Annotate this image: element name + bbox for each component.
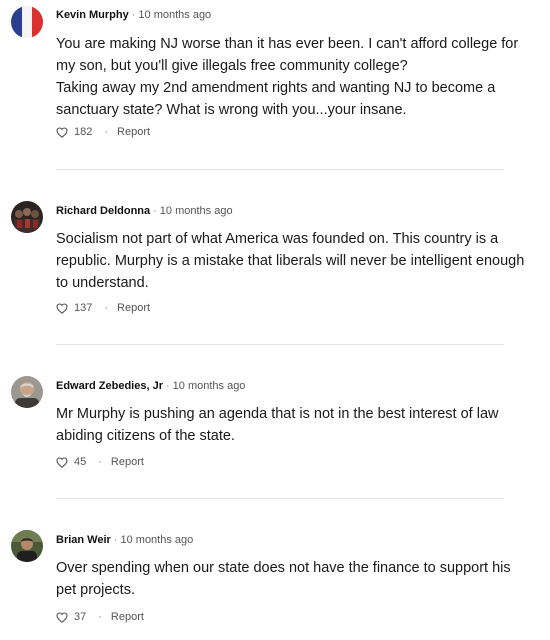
avatar[interactable] [11,6,43,38]
outdoor-avatar-icon [11,530,43,562]
divider [56,169,504,170]
comment-header: Kevin Murphy · 10 months ago [56,9,211,21]
comment-body: Mr Murphy is pushing an agenda that is n… [56,403,526,447]
comment-body: Socialism not part of what America was f… [56,228,526,294]
comment-header: Richard Deldonna · 10 months ago [56,205,233,217]
portrait-avatar-icon [11,376,43,408]
avatar[interactable] [11,376,43,408]
divider [56,498,504,499]
like-count: 37 [74,611,87,623]
like-count: 182 [74,126,93,138]
heart-icon[interactable] [56,611,68,623]
avatar[interactable] [11,530,43,562]
avatar[interactable] [11,201,43,233]
report-link[interactable]: Report [117,126,150,138]
separator: · [153,205,157,217]
report-link[interactable]: Report [111,456,144,468]
comment-actions: 137 · Report [56,302,150,314]
comment-actions: 45 · Report [56,456,144,468]
group-photo-avatar-icon [11,201,43,233]
comment-actions: 37 · Report [56,611,144,623]
comment-text: Mr Murphy is pushing an agenda that is n… [56,406,499,444]
comment-actions: 182 · Report [56,126,150,138]
comment-text: Taking away my 2nd amendment rights and … [56,80,496,118]
separator: · [165,380,170,392]
timestamp: 10 months ago [138,9,212,21]
comment-body: You are making NJ worse than it has ever… [56,33,526,121]
author-name[interactable]: Kevin Murphy [56,9,129,21]
comment-text: Socialism not part of what America was f… [56,231,525,291]
divider [56,344,504,345]
timestamp: 10 months ago [172,380,246,392]
author-name[interactable]: Brian Weir [56,534,111,546]
heart-icon[interactable] [56,302,68,314]
timestamp: 10 months ago [120,534,194,546]
heart-icon[interactable] [56,126,68,138]
report-link[interactable]: Report [117,302,150,314]
timestamp: 10 months ago [159,205,233,217]
like-count: 137 [74,302,93,314]
comment-text: Over spending when our state does not ha… [56,560,511,598]
comment-text: You are making NJ worse than it has ever… [56,36,519,74]
separator: · [113,534,118,546]
heart-icon[interactable] [56,456,68,468]
separator: · [98,456,102,468]
report-link[interactable]: Report [111,611,144,623]
comment-header: Brian Weir · 10 months ago [56,534,193,546]
like-count: 45 [74,456,87,468]
author-name[interactable]: Richard Deldonna [56,205,150,217]
comment-body: Over spending when our state does not ha… [56,557,526,601]
separator: · [104,126,109,138]
separator: · [104,302,109,314]
separator: · [98,611,102,623]
separator: · [131,9,136,21]
author-name[interactable]: Edward Zebedies, Jr [56,380,163,392]
comment-header: Edward Zebedies, Jr · 10 months ago [56,380,245,392]
flag-avatar-icon [11,6,43,38]
